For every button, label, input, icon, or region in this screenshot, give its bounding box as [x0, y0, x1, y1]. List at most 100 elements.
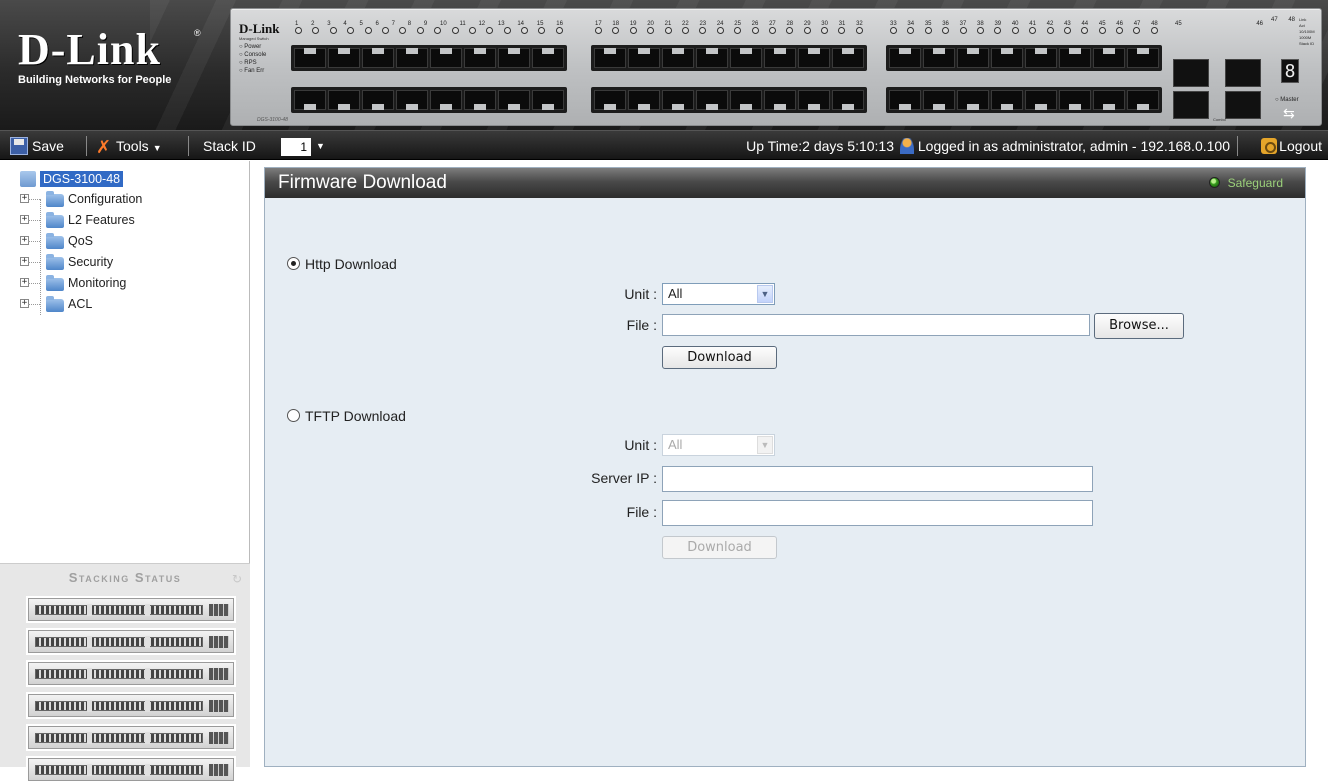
http-download-button[interactable]: Download — [662, 346, 777, 369]
rj45-port — [396, 48, 428, 68]
rj45-port — [594, 48, 626, 68]
tftp-download-radio[interactable] — [287, 409, 300, 422]
save-button[interactable]: Save — [10, 131, 64, 161]
tftp-download-button[interactable]: Download — [662, 536, 777, 559]
http-unit-select[interactable]: All ▼ — [662, 283, 775, 305]
tree-item-security[interactable]: + Security — [20, 252, 142, 273]
rj45-port — [923, 48, 955, 68]
rj45-port — [991, 48, 1023, 68]
rj45-port-row — [886, 45, 1162, 71]
tree-item-acl[interactable]: + ACL — [20, 294, 142, 315]
rj45-port — [328, 48, 360, 68]
stack-id-label: Stack ID — [203, 138, 256, 154]
sfp-port — [1225, 91, 1261, 119]
stacking-status-title: Stacking Status — [68, 570, 182, 585]
tree-root-label: DGS-3100-48 — [40, 171, 124, 187]
switch-icon — [20, 171, 36, 187]
rj45-port — [362, 48, 394, 68]
rj45-port-row — [591, 45, 867, 71]
tftp-server-ip-input[interactable] — [662, 466, 1093, 492]
stack-unit-image[interactable] — [28, 598, 234, 621]
key-icon — [1261, 138, 1278, 154]
toolbar: Save ✗ Tools ▼ Stack ID 1 ▼ Up Time:2 days… — [0, 130, 1328, 160]
port-bank-3: 33 34 35 36 37 38 39 40 41 42 43 44 45 46 47 48 — [886, 21, 1162, 121]
rj45-port-row — [886, 87, 1162, 113]
device-system-leds: ○ Power ○ Console ○ RPS ○ Fan Err — [239, 44, 267, 74]
rj45-port — [1093, 48, 1125, 68]
tree-item-monitoring[interactable]: + Monitoring — [20, 273, 142, 294]
tools-icon: ✗ — [96, 137, 112, 157]
logout-button[interactable]: Logout — [1261, 131, 1322, 161]
sfp-port — [1173, 59, 1209, 87]
tftp-server-ip-label: Server IP : — [591, 470, 657, 486]
device-subtitle: Managed Switch — [239, 36, 269, 41]
folder-icon — [46, 275, 64, 291]
chevron-down-icon: ▼ — [757, 436, 773, 454]
folder-icon — [46, 212, 64, 228]
tree-item-qos[interactable]: + QoS — [20, 231, 142, 252]
rj45-port — [464, 48, 496, 68]
tree-item-l2-features[interactable]: + L2 Features — [20, 210, 142, 231]
save-icon — [10, 137, 28, 155]
tftp-unit-select[interactable]: All ▼ — [662, 434, 775, 456]
http-file-input[interactable] — [662, 314, 1090, 336]
chevron-down-icon: ▼ — [152, 143, 162, 153]
rj45-port — [498, 90, 530, 110]
rj45-port-row — [591, 87, 867, 113]
rj45-port — [1059, 90, 1091, 110]
main-content: Firmware Download Safeguard Http Downloa… — [264, 167, 1306, 767]
page-title: Firmware Download — [278, 172, 447, 193]
rj45-port — [662, 90, 694, 110]
tree-root[interactable]: DGS-3100-48 — [20, 169, 142, 189]
stack-id-select[interactable]: 1 — [281, 138, 311, 156]
chevron-down-icon[interactable]: ▼ — [316, 131, 325, 161]
rj45-port — [957, 90, 989, 110]
rj45-port — [730, 90, 762, 110]
safeguard-indicator[interactable]: Safeguard — [1208, 168, 1283, 198]
folder-icon — [46, 254, 64, 270]
logo-tagline: Building Networks for People — [18, 74, 172, 86]
rj45-port — [532, 90, 564, 110]
dlink-logo: D-Link ® Building Networks for People — [18, 28, 208, 98]
rj45-port — [662, 48, 694, 68]
rj45-port — [1093, 90, 1125, 110]
rj45-port — [764, 48, 796, 68]
stack-arrows-icon: ⇆ — [1283, 105, 1295, 121]
rj45-port — [764, 90, 796, 110]
safeguard-status-icon — [1208, 177, 1220, 188]
rj45-port — [730, 48, 762, 68]
tree-item-configuration[interactable]: + Configuration — [20, 189, 142, 210]
http-download-radio[interactable] — [287, 257, 300, 270]
rj45-port — [991, 90, 1023, 110]
navigation-tree: DGS-3100-48 + Configuration + L2 Feature… — [20, 169, 142, 315]
rj45-port — [798, 90, 830, 110]
uptime-text: Up Time:2 days 5:10:13 — [746, 138, 894, 154]
browse-button[interactable]: Browse... — [1094, 313, 1184, 339]
tftp-file-input[interactable] — [662, 500, 1093, 526]
rj45-port — [628, 48, 660, 68]
tftp-file-label: File : — [626, 504, 657, 520]
rj45-port — [696, 90, 728, 110]
rj45-port-row — [291, 45, 567, 71]
rj45-port — [594, 90, 626, 110]
rj45-port — [498, 48, 530, 68]
rj45-port — [1025, 90, 1057, 110]
navigation-panel: DGS-3100-48 + Configuration + L2 Feature… — [0, 161, 250, 781]
stacking-status-panel: Stacking Status ↻ — [0, 563, 250, 781]
stack-unit-image[interactable] — [28, 694, 234, 717]
device-brand: D-Link — [239, 21, 280, 36]
stack-unit-image[interactable] — [28, 758, 234, 781]
user-icon — [899, 138, 914, 154]
session-info: Up Time:2 days 5:10:13 Logged in as admi… — [746, 131, 1230, 161]
stack-unit-image[interactable] — [28, 662, 234, 685]
logged-in-text: Logged in as administrator, admin - 192.… — [917, 138, 1230, 154]
stack-unit-image[interactable] — [28, 726, 234, 749]
rj45-port — [832, 48, 864, 68]
port-bank-1: 1 2 3 4 5 6 7 8 9 10 11 12 13 14 15 16 — [291, 21, 567, 121]
rj45-port — [832, 90, 864, 110]
refresh-icon[interactable]: ↻ — [232, 572, 242, 586]
stack-id-display: 8 — [1281, 59, 1299, 83]
tools-menu[interactable]: ✗ Tools ▼ — [96, 131, 162, 161]
stack-unit-image[interactable] — [28, 630, 234, 653]
switch-front-panel: D-Link Managed Switch ○ Power ○ Console … — [230, 8, 1322, 126]
